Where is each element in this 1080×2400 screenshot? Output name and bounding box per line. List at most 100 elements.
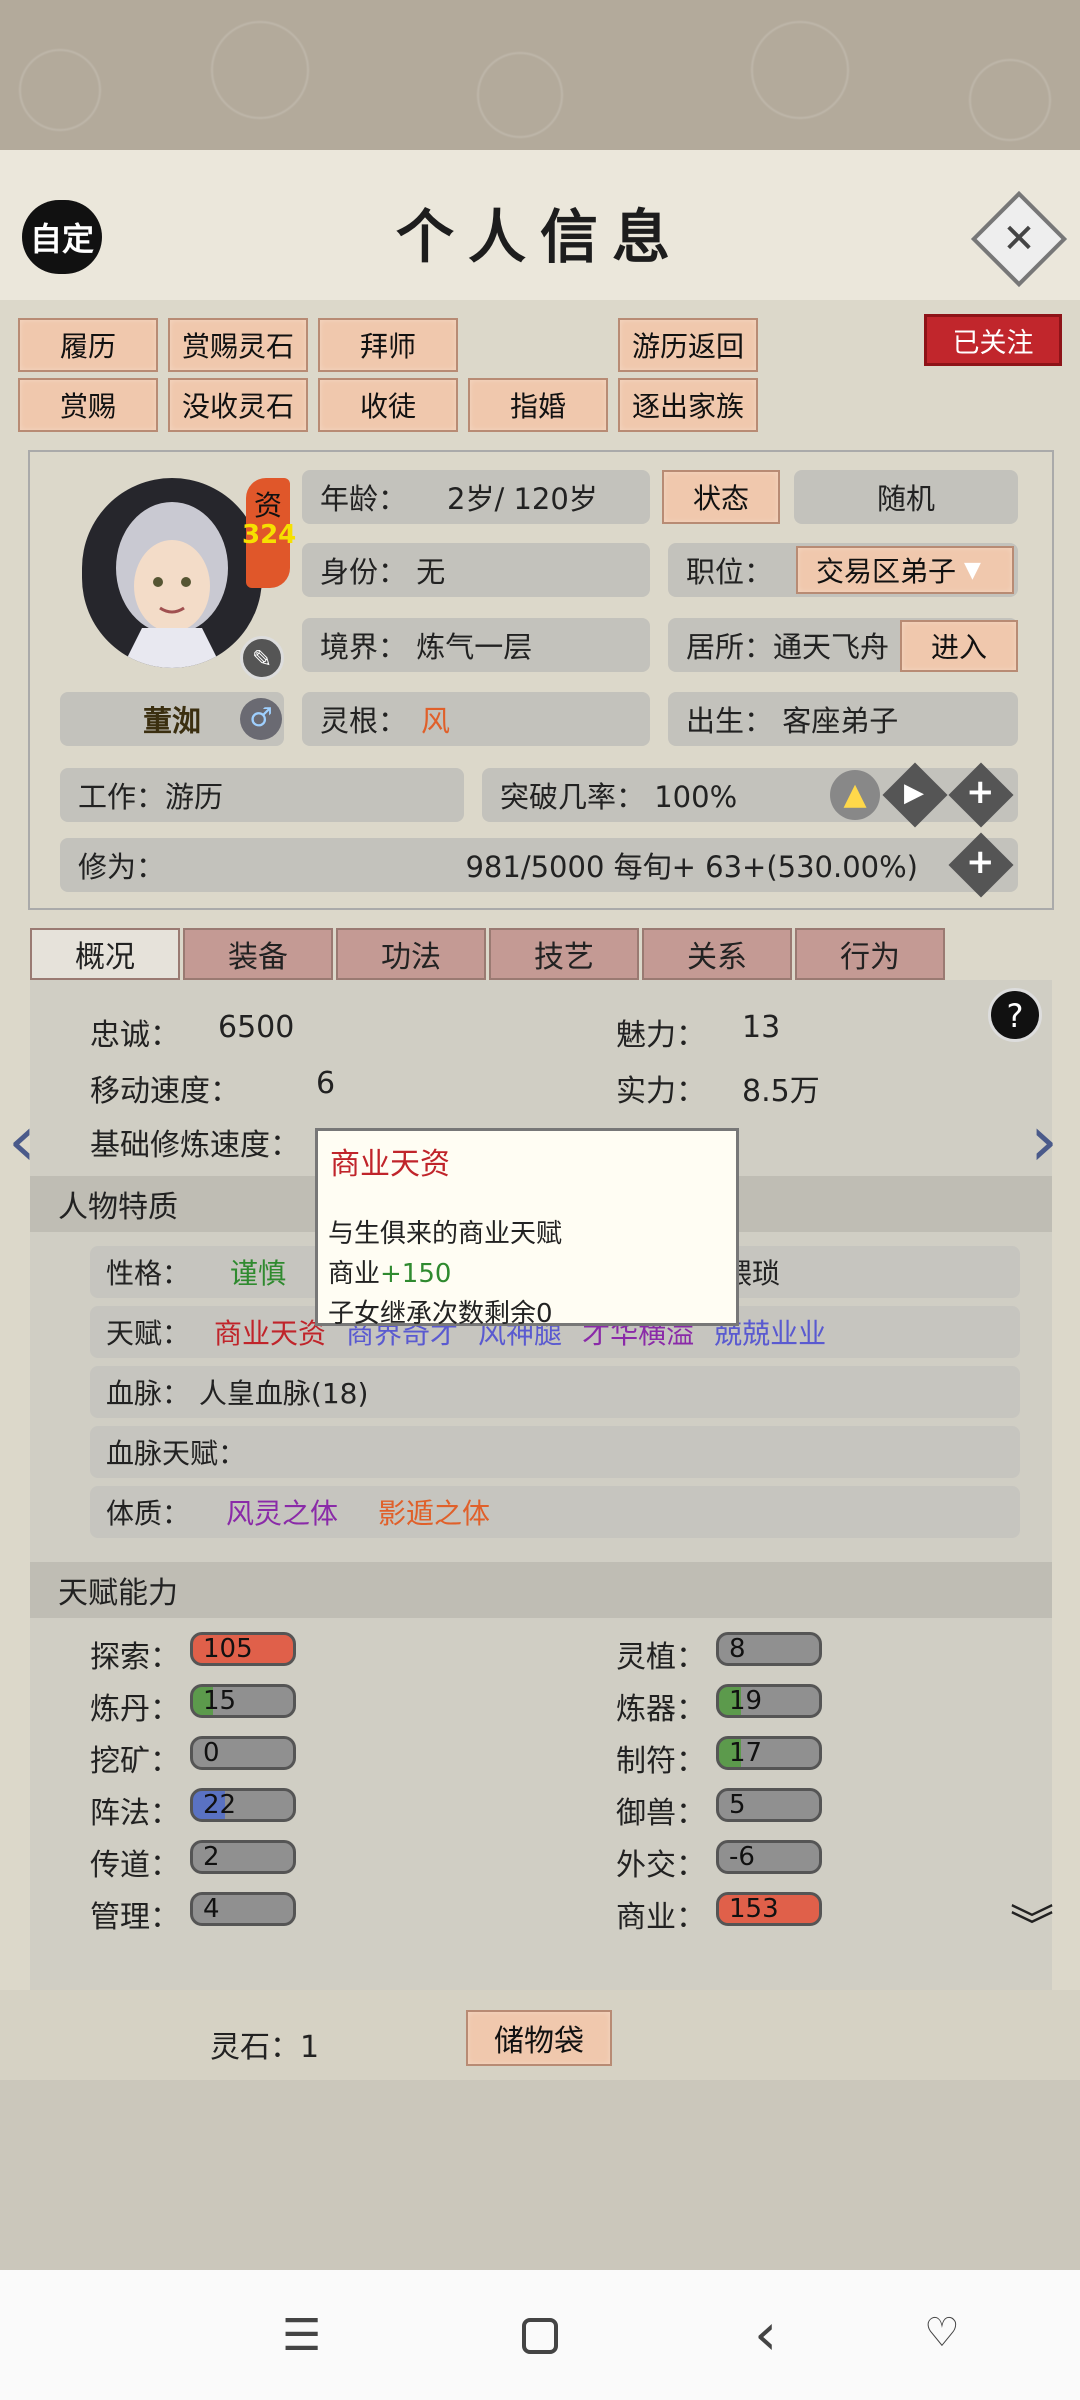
take-disciple-button[interactable]: 收徒 (318, 378, 458, 432)
position-value: 交易区弟子 (816, 555, 957, 588)
aptitude-label: 资 (254, 489, 283, 522)
spirit-root-value: 风 (421, 704, 451, 738)
tooltip-bonus-value: +150 (380, 1259, 452, 1289)
move-speed-label: 移动速度： (90, 1074, 240, 1109)
ability-label: 商业： (616, 1900, 706, 1935)
ability-bar: 8 (716, 1632, 822, 1666)
ability-label: 制符： (616, 1744, 706, 1779)
spirit-root-field: 灵根： 风 (302, 692, 650, 746)
ability-bar: 2 (190, 1840, 296, 1874)
ability-label: 外交： (616, 1848, 706, 1883)
ability-bar: 4 (190, 1892, 296, 1926)
ability-label: 炼器： (616, 1692, 706, 1727)
charm-value: 13 (742, 1010, 781, 1045)
tooltip-inherit: 子女继承次数剩余0 (328, 1299, 553, 1329)
cultivation-field: 修为： 981/5000 每旬+ 63+(530.00%) (60, 838, 1018, 892)
age-field: 年龄： 2岁/ 120岁 (302, 470, 650, 524)
help-icon[interactable]: ? (988, 988, 1042, 1042)
arrange-marriage-button[interactable]: 指婚 (468, 378, 608, 432)
chevron-down-icon: ▼ (964, 557, 981, 583)
tab-arts[interactable]: 技艺 (489, 928, 639, 980)
age-value: 2岁/ 120岁 (447, 482, 598, 516)
ability-bar: 17 (716, 1736, 822, 1770)
character-portrait (116, 502, 228, 668)
talent-tooltip: 商业天资 与生俱来的商业天赋 商业+150 子女继承次数剩余0 (315, 1128, 739, 1329)
home-icon[interactable] (522, 2318, 558, 2354)
ability-bar: 0 (190, 1736, 296, 1770)
bloodline-row: 血脉： 人皇血脉(18) (90, 1366, 1020, 1418)
random-button[interactable]: 随机 (794, 470, 1018, 524)
return-travel-button[interactable]: 游历返回 (618, 318, 758, 372)
tab-behavior[interactable]: 行为 (795, 928, 945, 980)
status-button[interactable]: 状态 (662, 470, 780, 524)
tab-relations[interactable]: 关系 (642, 928, 792, 980)
breakthrough-icon[interactable]: ▲ (830, 770, 880, 820)
page-title: 个人信息 (395, 203, 684, 271)
work-field: 工作：游历 (60, 768, 464, 822)
plus-icon: + (966, 772, 995, 812)
ability-label: 炼丹： (90, 1692, 180, 1727)
ability-label: 阵法： (90, 1796, 180, 1831)
personality-label: 性格： (106, 1257, 191, 1290)
ability-label: 管理： (90, 1900, 180, 1935)
realm-field: 境界： 炼气一层 (302, 618, 650, 672)
ability-bar: -6 (716, 1840, 822, 1874)
bloodline-talent-row: 血脉天赋： (90, 1426, 1020, 1478)
aptitude-value: 324 (242, 520, 297, 550)
tab-overview[interactable]: 概况 (30, 928, 180, 980)
avatar[interactable] (82, 478, 262, 668)
scroll-down-icon[interactable]: ︾ (1010, 1905, 1054, 1949)
assistant-icon[interactable]: ♡ (924, 2310, 960, 2356)
next-arrow-icon[interactable]: › (1030, 1100, 1058, 1182)
enter-button[interactable]: 进入 (900, 620, 1018, 672)
plus-icon: + (966, 842, 995, 882)
tab-skills[interactable]: 功法 (336, 928, 486, 980)
ability-bar: 153 (716, 1892, 822, 1926)
tooltip-title: 商业天资 (330, 1147, 450, 1182)
apprentice-button[interactable]: 拜师 (318, 318, 458, 372)
physique-row: 体质： 风灵之体 影遁之体 (90, 1486, 1020, 1538)
ability-bar: 105 (190, 1632, 296, 1666)
power-label: 实力： (616, 1074, 706, 1109)
confiscate-stones-button[interactable]: 没收灵石 (168, 378, 308, 432)
ability-label: 御兽： (616, 1796, 706, 1831)
menu-icon[interactable]: ☰ (282, 2310, 321, 2361)
birth-field: 出生： 客座弟子 (668, 692, 1018, 746)
charm-label: 魅力： (616, 1018, 706, 1053)
back-icon[interactable]: ‹ (754, 2300, 777, 2368)
close-icon: ✕ (1002, 216, 1036, 262)
ability-bar: 19 (716, 1684, 822, 1718)
position-label: 职位： (686, 555, 774, 589)
identity-field: 身份： 无 (302, 543, 650, 597)
pen-icon[interactable]: ✎ (240, 636, 284, 680)
power-value: 8.5万 (742, 1074, 820, 1109)
position-select[interactable]: 交易区弟子 ▼ (796, 546, 1014, 594)
cultivation-label: 修为： (78, 850, 166, 884)
talent-item[interactable]: 商业天资 (214, 1312, 326, 1352)
expel-button[interactable]: 逐出家族 (618, 378, 758, 432)
ability-label: 探索： (90, 1640, 180, 1675)
male-icon: ♂ (240, 698, 282, 740)
ability-bar: 15 (190, 1684, 296, 1718)
loyalty-value: 6500 (218, 1010, 295, 1045)
talent-label: 天赋： (106, 1317, 191, 1350)
spirit-root-label: 灵根： (320, 704, 408, 738)
reward-button[interactable]: 赏赐 (18, 378, 158, 432)
cultivation-value: 981/5000 每旬+ 63+(530.00%) (465, 850, 918, 884)
move-speed-value: 6 (316, 1066, 336, 1101)
history-button[interactable]: 履历 (18, 318, 158, 372)
ability-label: 传道： (90, 1848, 180, 1883)
physique-item[interactable]: 影遁之体 (378, 1492, 490, 1532)
follow-badge[interactable]: 已关注 (924, 314, 1062, 366)
prev-arrow-icon[interactable]: ‹ (8, 1100, 36, 1182)
tooltip-bonus: 商业+150 (328, 1253, 451, 1290)
tab-equipment[interactable]: 装备 (183, 928, 333, 980)
reward-stones-button[interactable]: 赏赐灵石 (168, 318, 308, 372)
ability-bar: 5 (716, 1788, 822, 1822)
abilities-section-header: 天赋能力 (30, 1562, 1052, 1618)
physique-item[interactable]: 风灵之体 (226, 1492, 338, 1532)
ability-label: 挖矿： (90, 1744, 180, 1779)
base-speed-label: 基础修炼速度： (90, 1128, 300, 1163)
tooltip-bonus-label: 商业 (328, 1259, 381, 1289)
storage-bag-button[interactable]: 储物袋 (466, 2010, 612, 2066)
